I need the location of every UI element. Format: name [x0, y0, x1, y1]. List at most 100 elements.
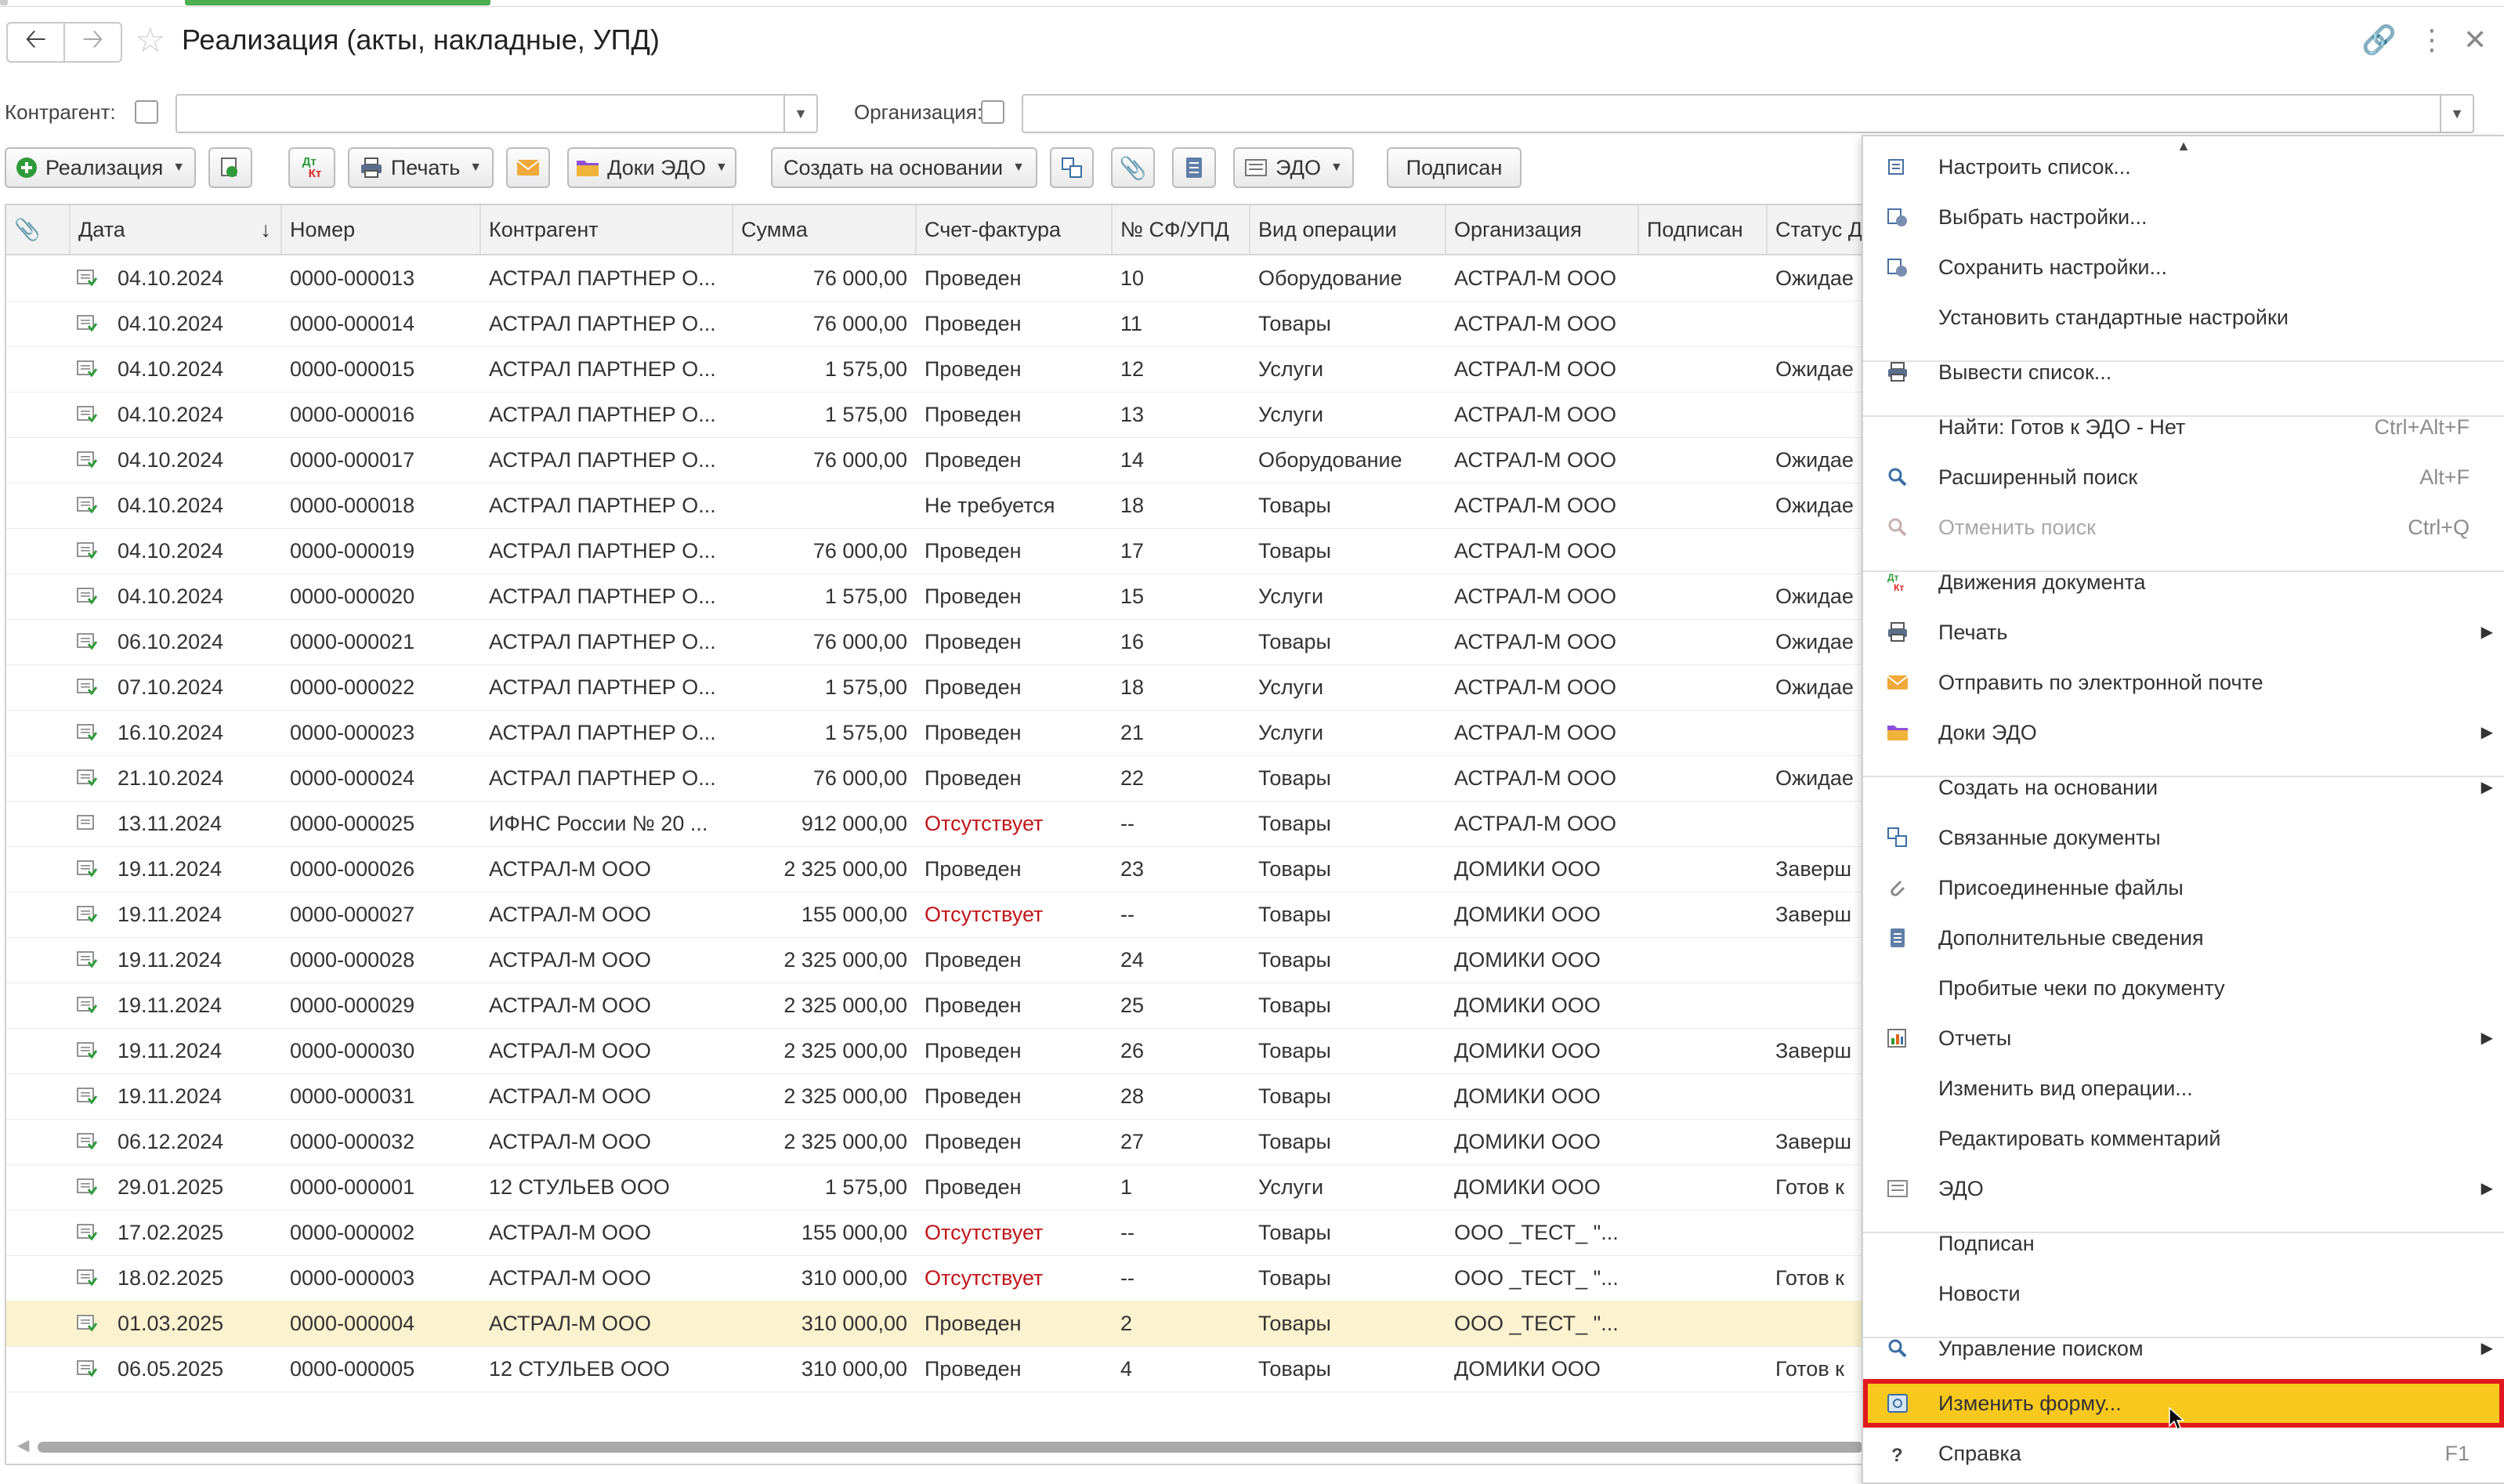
menu-item-11[interactable]: Отправить по электронной почте [1863, 658, 2504, 707]
column-header-sum[interactable]: Сумма [733, 205, 917, 254]
cell-org: АСТРАЛ-М ООО [1454, 357, 1617, 381]
menu-item-24[interactable]: Управление поиском ▶ [1863, 1324, 2504, 1373]
table-row[interactable]: 04.10.2024 0000-000014 АСТРАЛ ПАРТНЕР О...… [6, 301, 1863, 347]
cell-org: АСТРАЛ-М ООО [1454, 403, 1617, 426]
column-header-status[interactable]: Статус Д [1768, 205, 1863, 254]
table-row[interactable]: 07.10.2024 0000-000022 АСТРАЛ ПАРТНЕР О...… [6, 664, 1863, 711]
cell-sf: 13 [1120, 403, 1145, 426]
menu-item-2[interactable]: Выбрать настройки... [1863, 193, 2504, 241]
column-header-sf-number[interactable]: № СФ/УПД [1113, 205, 1250, 254]
forward-arrow-icon[interactable]: 🡢 [63, 24, 121, 61]
back-arrow-icon[interactable]: 🡠 [8, 24, 63, 61]
menu-item-17[interactable]: Пробитые чеки по документу [1863, 964, 2504, 1012]
edo-button[interactable]: ЭДО ▼ [1233, 147, 1354, 188]
cell-number: 0000-000029 [290, 994, 415, 1017]
table-row[interactable]: 19.11.2024 0000-000029 АСТРАЛ-М ООО 2 325 0… [6, 983, 1863, 1029]
column-header-number[interactable]: Номер [282, 205, 481, 254]
menu-item-10[interactable]: Печать ▶ [1863, 608, 2504, 657]
table-row[interactable]: 19.11.2024 0000-000026 АСТРАЛ-М ООО 2 325 0… [6, 846, 1863, 892]
menu-item-14[interactable]: Связанные документы [1863, 813, 2504, 862]
send-email-button[interactable] [506, 147, 550, 188]
menu-item-26[interactable]: ? Справка F1 [1863, 1429, 2504, 1478]
menu-item-20[interactable]: Редактировать комментарий [1863, 1114, 2504, 1163]
list-settings-icon [1888, 159, 1904, 175]
cell-status [1768, 710, 1863, 755]
cell-operation: Услуги [1258, 357, 1324, 381]
table-row[interactable]: 19.11.2024 0000-000027 АСТРАЛ-М ООО 155 000… [6, 892, 1863, 938]
table-row[interactable]: 06.05.2025 0000-000005 12 СТУЛЬЕВ ООО 310 0… [6, 1346, 1863, 1392]
favorite-star-icon[interactable]: ☆ [135, 20, 165, 60]
menu-item-6[interactable]: Найти: Готов к ЭДО - Нет Ctrl+Alt+F [1863, 403, 2504, 451]
table-row[interactable]: 04.10.2024 0000-000017 АСТРАЛ ПАРТНЕР О...… [6, 437, 1863, 483]
menu-item-12[interactable]: Доки ЭДО ▶ [1863, 708, 2504, 757]
table-row[interactable]: 17.02.2025 0000-000002 АСТРАЛ-М ООО 155 000… [6, 1210, 1863, 1256]
column-header-invoice[interactable]: Счет-фактура [917, 205, 1113, 254]
menu-item-18[interactable]: Отчеты ▶ [1863, 1014, 2504, 1062]
menu-item-22[interactable]: Подписан [1863, 1219, 2504, 1268]
active-window-tab[interactable] [185, 0, 490, 5]
realization-button[interactable]: Реализация ▼ [5, 147, 196, 188]
menu-item-3[interactable]: Сохранить настройки... [1863, 243, 2504, 291]
counterparty-field[interactable]: ▼ [175, 94, 818, 133]
menu-item-19[interactable]: Изменить вид операции... [1863, 1064, 2504, 1113]
menu-item-15[interactable]: Присоединенные файлы [1863, 863, 2504, 912]
menu-item-23[interactable]: Новости [1863, 1269, 2504, 1318]
window-tab[interactable] [0, 0, 8, 5]
print-button[interactable]: Печать ▼ [348, 147, 494, 188]
menu-item-1[interactable]: Настроить список... [1863, 143, 2504, 191]
table-row[interactable]: 16.10.2024 0000-000023 АСТРАЛ ПАРТНЕР О...… [6, 710, 1863, 756]
attached-files-button[interactable]: 📎 [1111, 147, 1155, 188]
organization-field[interactable]: ▼ [1022, 94, 2474, 133]
column-header-counterparty[interactable]: Контрагент [481, 205, 733, 254]
column-header-operation[interactable]: Вид операции [1250, 205, 1446, 254]
dtkt-button[interactable]: Дт Кт [288, 147, 335, 188]
menu-item-9[interactable]: Дт Кт Движения документа [1863, 558, 2504, 606]
scroll-left-icon[interactable]: ◀ [17, 1435, 29, 1455]
menu-item-13[interactable]: Создать на основании ▶ [1863, 763, 2504, 812]
cell-date: 06.05.2025 [118, 1357, 224, 1381]
menu-item-7[interactable]: Расширенный поиск Alt+F [1863, 453, 2504, 501]
table-row[interactable]: 06.12.2024 0000-000032 АСТРАЛ-М ООО 2 325 0… [6, 1119, 1863, 1165]
table-row[interactable]: 06.10.2024 0000-000021 АСТРАЛ ПАРТНЕР О...… [6, 619, 1863, 665]
table-row[interactable]: 04.10.2024 0000-000015 АСТРАЛ ПАРТНЕР О...… [6, 346, 1863, 393]
copy-document-button[interactable] [208, 147, 252, 188]
menu-item-label: Пробитые чеки по документу [1938, 976, 2225, 1000]
create-based-button[interactable]: Создать на основании ▼ [771, 147, 1037, 188]
cell-org: АСТРАЛ-М ООО [1454, 539, 1617, 563]
table-row[interactable]: 04.10.2024 0000-000018 АСТРАЛ ПАРТНЕР О...… [6, 483, 1863, 529]
table-row[interactable]: 04.10.2024 0000-000019 АСТРАЛ ПАРТНЕР О...… [6, 528, 1863, 574]
menu-item-5[interactable]: Вывести список... [1863, 348, 2504, 396]
table-row[interactable]: 13.11.2024 0000-000025 ИФНС России № 20 ..… [6, 801, 1863, 847]
column-header-date[interactable]: Дата ↓ [71, 205, 282, 254]
horizontal-scrollbar[interactable] [38, 1442, 1863, 1453]
menu-item-4[interactable]: Установить стандартные настройки [1863, 293, 2504, 342]
table-row[interactable]: 18.02.2025 0000-000003 АСТРАЛ-М ООО 310 000… [6, 1255, 1863, 1301]
organization-checkbox[interactable] [981, 100, 1004, 124]
more-vertical-icon[interactable]: ⋮ [2418, 24, 2446, 56]
related-docs-button[interactable] [1050, 147, 1094, 188]
table-row[interactable]: 19.11.2024 0000-000031 АСТРАЛ-М ООО 2 325 0… [6, 1073, 1863, 1120]
table-row[interactable]: 29.01.2025 0000-000001 12 СТУЛЬЕВ ООО 1 575… [6, 1164, 1863, 1211]
link-icon[interactable]: 🔗 [2361, 24, 2397, 56]
signed-button[interactable]: Подписан [1387, 147, 1522, 188]
table-row[interactable]: 19.11.2024 0000-000030 АСТРАЛ-М ООО 2 325 0… [6, 1028, 1863, 1074]
close-icon[interactable]: ✕ [2463, 24, 2487, 56]
table-row[interactable]: 04.10.2024 0000-000016 АСТРАЛ ПАРТНЕР О...… [6, 392, 1863, 438]
edo-docs-button[interactable]: Доки ЭДО ▼ [567, 147, 736, 188]
menu-item-21[interactable]: ЭДО ▶ [1863, 1164, 2504, 1213]
column-header-signed[interactable]: Подписан [1639, 205, 1768, 254]
chevron-down-icon[interactable]: ▼ [2440, 96, 2473, 132]
additional-info-button[interactable] [1172, 147, 1216, 188]
table-row[interactable]: 01.03.2025 0000-000004 АСТРАЛ-М ООО 310 000… [6, 1301, 1863, 1347]
table-row[interactable]: 04.10.2024 0000-000013 АСТРАЛ ПАРТНЕР О...… [6, 255, 1863, 302]
table-row[interactable]: 04.10.2024 0000-000020 АСТРАЛ ПАРТНЕР О...… [6, 574, 1863, 620]
related-docs-icon [1062, 157, 1082, 178]
chevron-down-icon[interactable]: ▼ [783, 96, 816, 132]
table-row[interactable]: 21.10.2024 0000-000024 АСТРАЛ ПАРТНЕР О...… [6, 755, 1863, 802]
paperclip-icon: 📎 [14, 218, 41, 241]
attachment-column-header[interactable]: 📎 [6, 205, 71, 254]
counterparty-checkbox[interactable] [135, 100, 158, 124]
menu-item-16[interactable]: Дополнительные сведения [1863, 914, 2504, 962]
column-header-organization[interactable]: Организация [1446, 205, 1639, 254]
table-row[interactable]: 19.11.2024 0000-000028 АСТРАЛ-М ООО 2 325 0… [6, 937, 1863, 983]
